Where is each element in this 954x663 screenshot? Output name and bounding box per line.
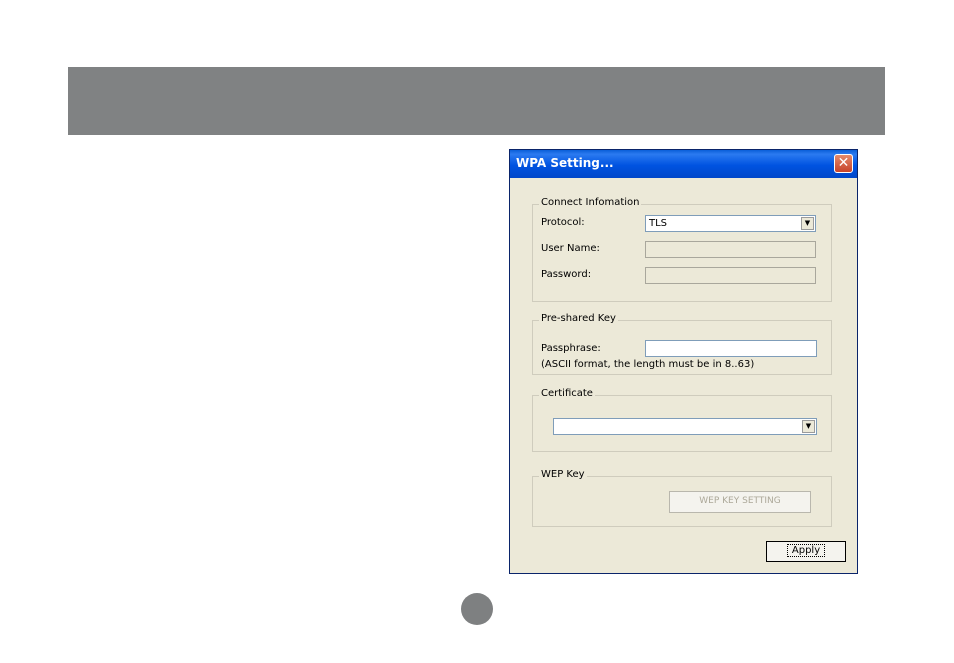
connect-information-group: Connect Infomation Protocol: TLS ▼ User … <box>532 197 832 302</box>
protocol-label: Protocol: <box>541 217 585 228</box>
pre-shared-key-legend: Pre-shared Key <box>539 313 618 324</box>
close-icon: ✕ <box>837 155 850 171</box>
wep-key-legend: WEP Key <box>539 469 587 480</box>
password-label: Password: <box>541 269 592 280</box>
certificate-select[interactable]: ▼ <box>553 418 817 435</box>
password-field[interactable] <box>645 267 816 284</box>
title-bar[interactable]: WPA Setting... ✕ <box>510 150 857 178</box>
passphrase-label: Passphrase: <box>541 343 601 354</box>
page-number-dot <box>461 593 493 625</box>
page-header-bar <box>68 67 885 135</box>
apply-label: Apply <box>786 544 826 557</box>
dropdown-arrow-icon[interactable]: ▼ <box>801 217 814 230</box>
dropdown-arrow-icon[interactable]: ▼ <box>802 420 815 433</box>
username-label: User Name: <box>541 243 600 254</box>
wpa-setting-dialog: WPA Setting... ✕ Connect Infomation Prot… <box>509 149 858 574</box>
apply-button[interactable]: Apply <box>766 541 846 562</box>
certificate-group: Certificate ▼ <box>532 388 832 452</box>
passphrase-hint: (ASCII format, the length must be in 8..… <box>541 359 755 370</box>
wep-key-setting-button[interactable]: WEP KEY SETTING <box>669 491 811 513</box>
certificate-legend: Certificate <box>539 388 595 399</box>
wep-key-group: WEP Key WEP KEY SETTING <box>532 469 832 527</box>
username-field[interactable] <box>645 241 816 258</box>
close-button[interactable]: ✕ <box>834 154 853 173</box>
connect-information-legend: Connect Infomation <box>539 197 642 208</box>
passphrase-field[interactable] <box>645 340 817 357</box>
dialog-title: WPA Setting... <box>516 156 614 170</box>
protocol-select[interactable]: TLS ▼ <box>645 215 816 232</box>
pre-shared-key-group: Pre-shared Key Passphrase: (ASCII format… <box>532 313 832 375</box>
protocol-value: TLS <box>649 218 668 229</box>
